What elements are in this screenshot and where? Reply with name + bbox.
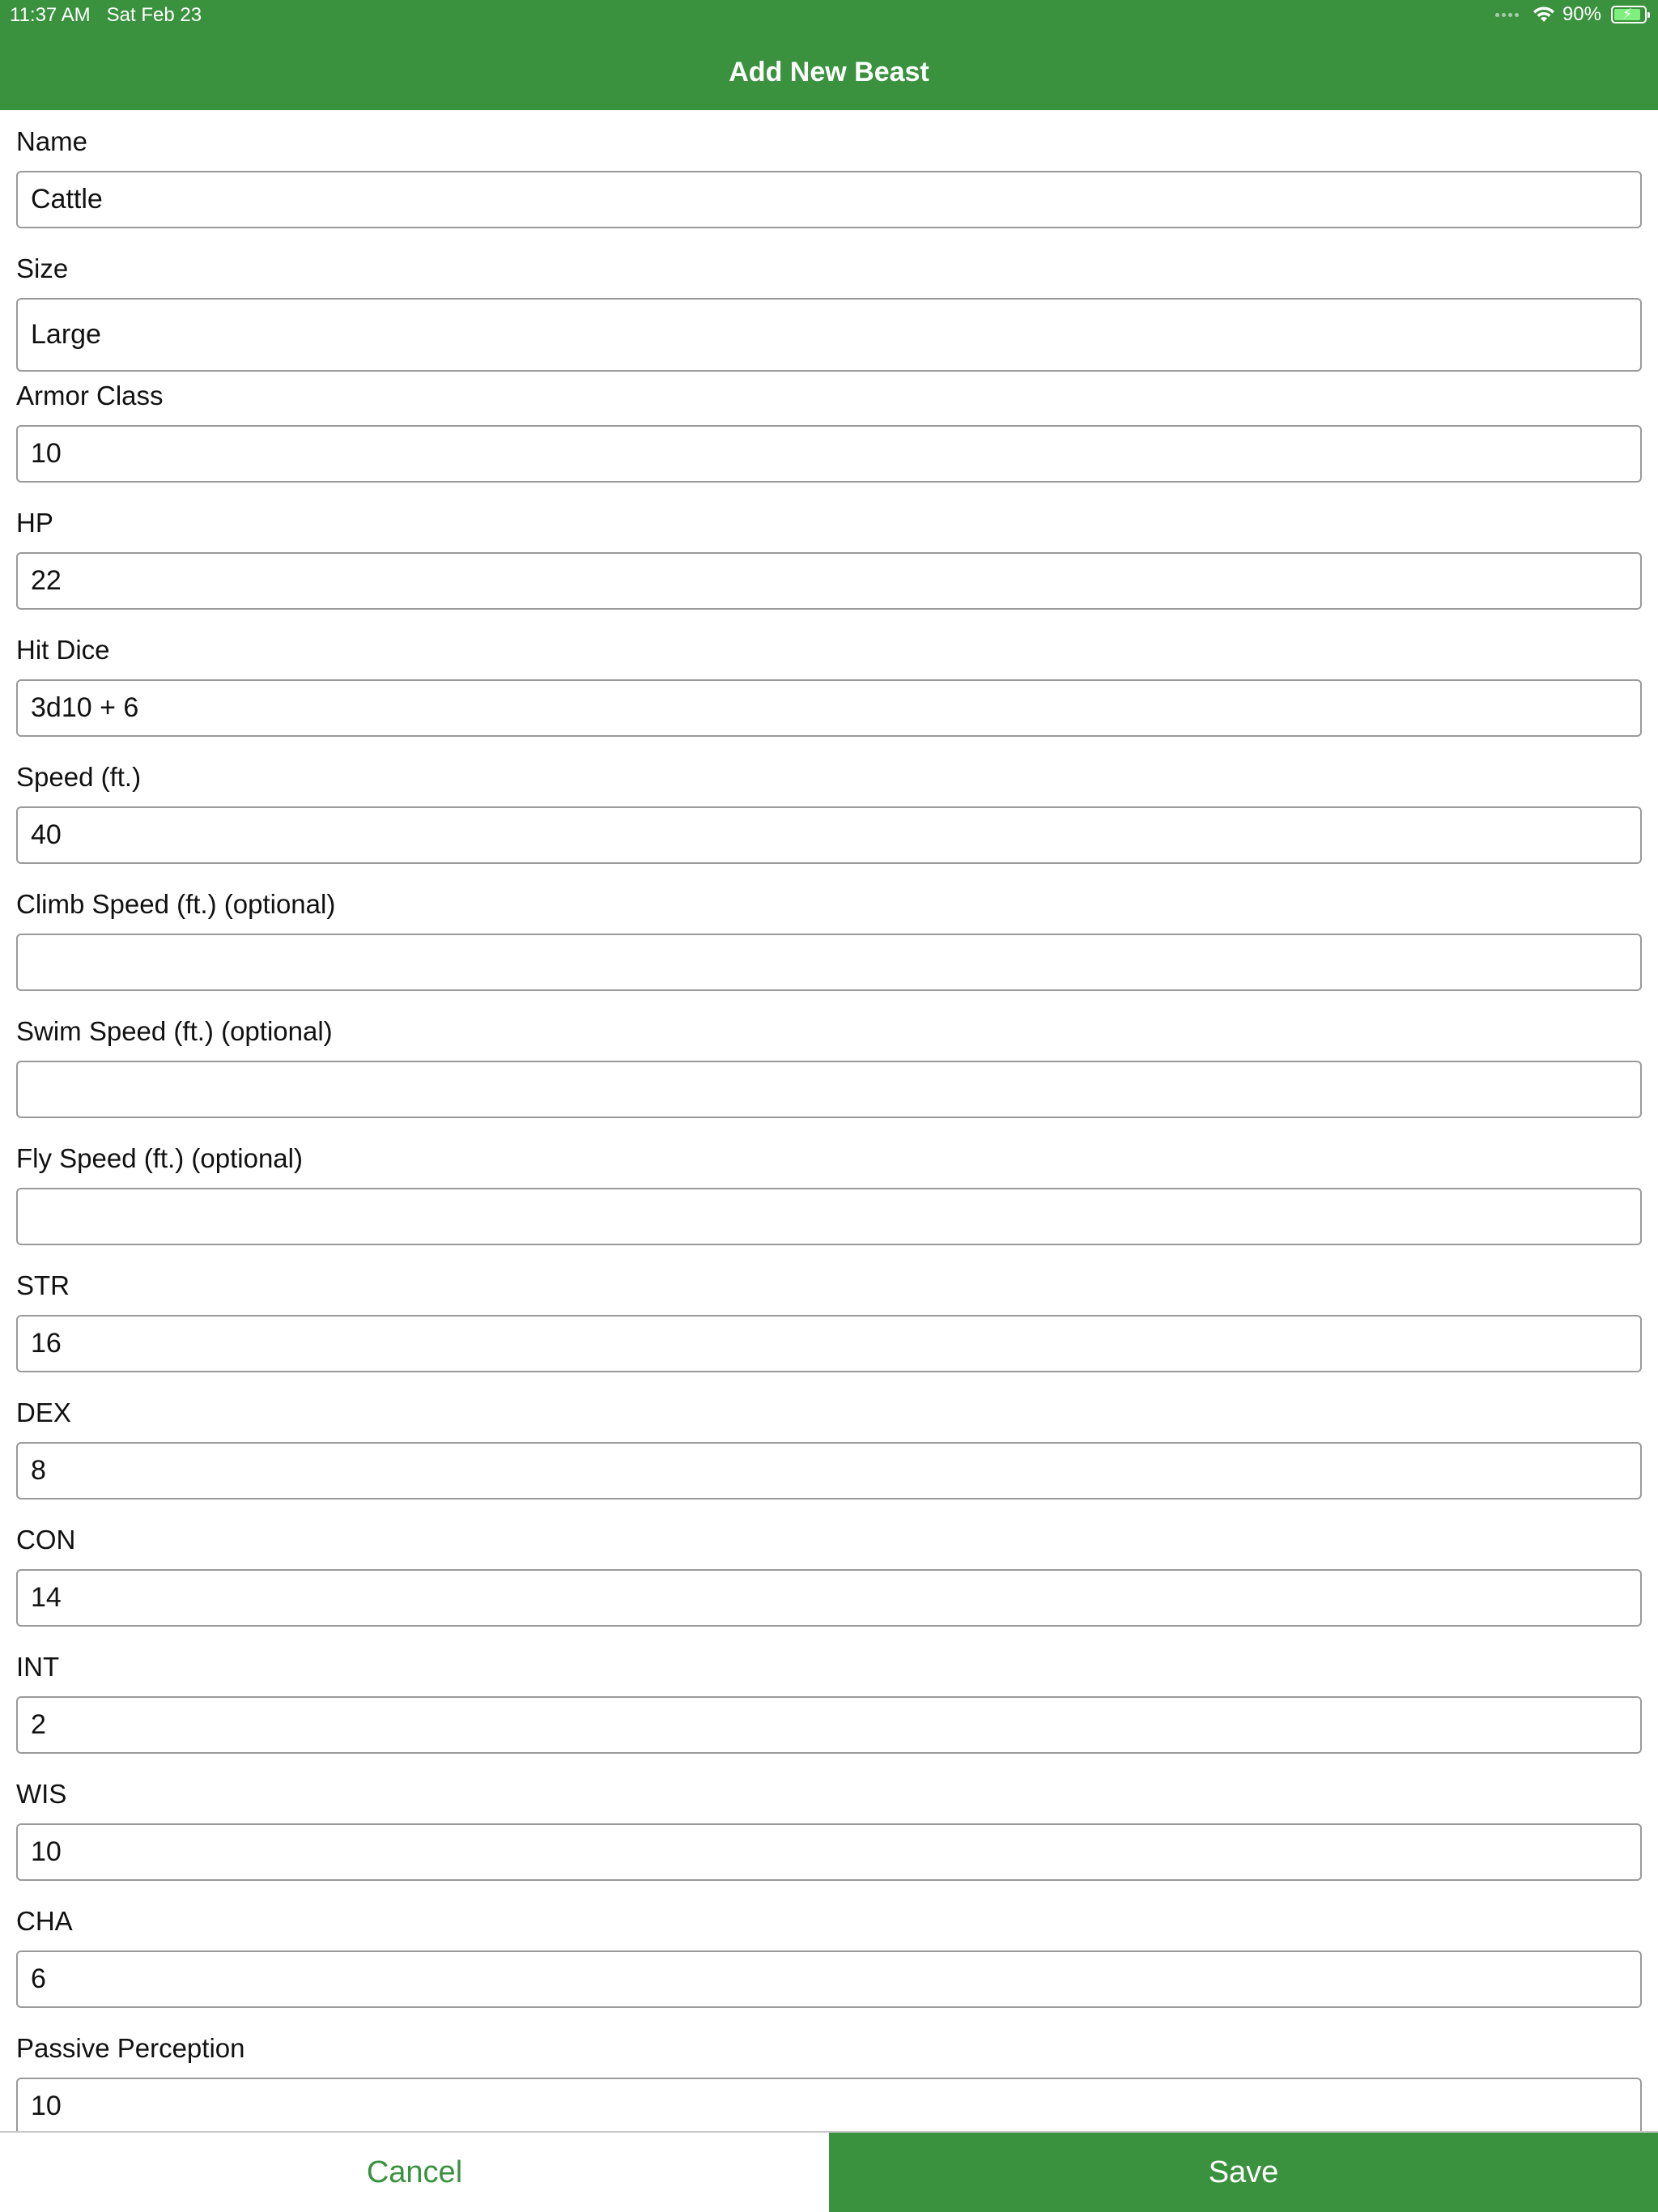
passive-perception-label: Passive Perception xyxy=(16,2033,245,2063)
wis-label: WIS xyxy=(16,1779,67,1809)
fly-speed-ft-optional-input[interactable] xyxy=(16,1188,1642,1245)
swim-speed-ft-optional-label: Swim Speed (ft.) (optional) xyxy=(16,1016,333,1046)
dex-input[interactable] xyxy=(16,1442,1642,1499)
save-button[interactable]: Save xyxy=(829,2133,1658,2212)
status-indicators: 90% ⚡ xyxy=(1494,3,1650,26)
armor-class-input[interactable] xyxy=(16,425,1642,483)
cha-label: CHA xyxy=(16,1906,73,1936)
name-label: Name xyxy=(16,126,88,156)
armor-class-label: Armor Class xyxy=(16,381,164,410)
int-label: INT xyxy=(16,1652,60,1682)
climb-speed-ft-optional-input[interactable] xyxy=(16,934,1642,991)
dex-label: DEX xyxy=(16,1397,71,1427)
climb-speed-ft-optional-label: Climb Speed (ft.) (optional) xyxy=(16,889,336,919)
wis-input[interactable] xyxy=(16,1823,1642,1881)
int-input[interactable] xyxy=(16,1696,1642,1754)
action-bar: Cancel Save xyxy=(0,2131,1658,2212)
swim-speed-ft-optional-input[interactable] xyxy=(16,1061,1642,1118)
str-label: STR xyxy=(16,1270,70,1300)
size-input[interactable] xyxy=(16,298,1642,372)
cellular-signal-icon xyxy=(1494,12,1519,17)
cancel-button[interactable]: Cancel xyxy=(0,2133,829,2212)
status-bar: 11:37 AM Sat Feb 23 90% ⚡ xyxy=(0,0,1658,32)
hit-dice-label: Hit Dice xyxy=(16,635,110,665)
status-time: 11:37 AM Sat Feb 23 xyxy=(10,4,202,26)
hit-dice-input[interactable] xyxy=(16,679,1642,737)
fly-speed-ft-optional-label: Fly Speed (ft.) (optional) xyxy=(16,1143,303,1173)
battery-charging-icon: ⚡ xyxy=(1611,6,1650,23)
battery-percent: 90% xyxy=(1562,3,1601,25)
wifi-icon xyxy=(1533,6,1554,22)
beast-form: Name Size Armor Class HP Hit Dice Speed (ft.)… xyxy=(16,110,1642,2131)
str-input[interactable] xyxy=(16,1315,1642,1372)
con-label: CON xyxy=(16,1525,76,1555)
hp-input[interactable] xyxy=(16,552,1642,610)
size-label: Size xyxy=(16,253,69,283)
page-title: Add New Beast xyxy=(729,57,929,87)
passive-perception-input[interactable] xyxy=(16,2078,1642,2131)
app-header: 11:37 AM Sat Feb 23 90% ⚡ Add New Beast xyxy=(0,0,1658,110)
speed-ft-label: Speed (ft.) xyxy=(16,762,142,792)
name-input[interactable] xyxy=(16,171,1642,228)
cha-input[interactable] xyxy=(16,1950,1642,2008)
con-input[interactable] xyxy=(16,1569,1642,1627)
speed-ft-input[interactable] xyxy=(16,806,1642,864)
hp-label: HP xyxy=(16,508,53,538)
